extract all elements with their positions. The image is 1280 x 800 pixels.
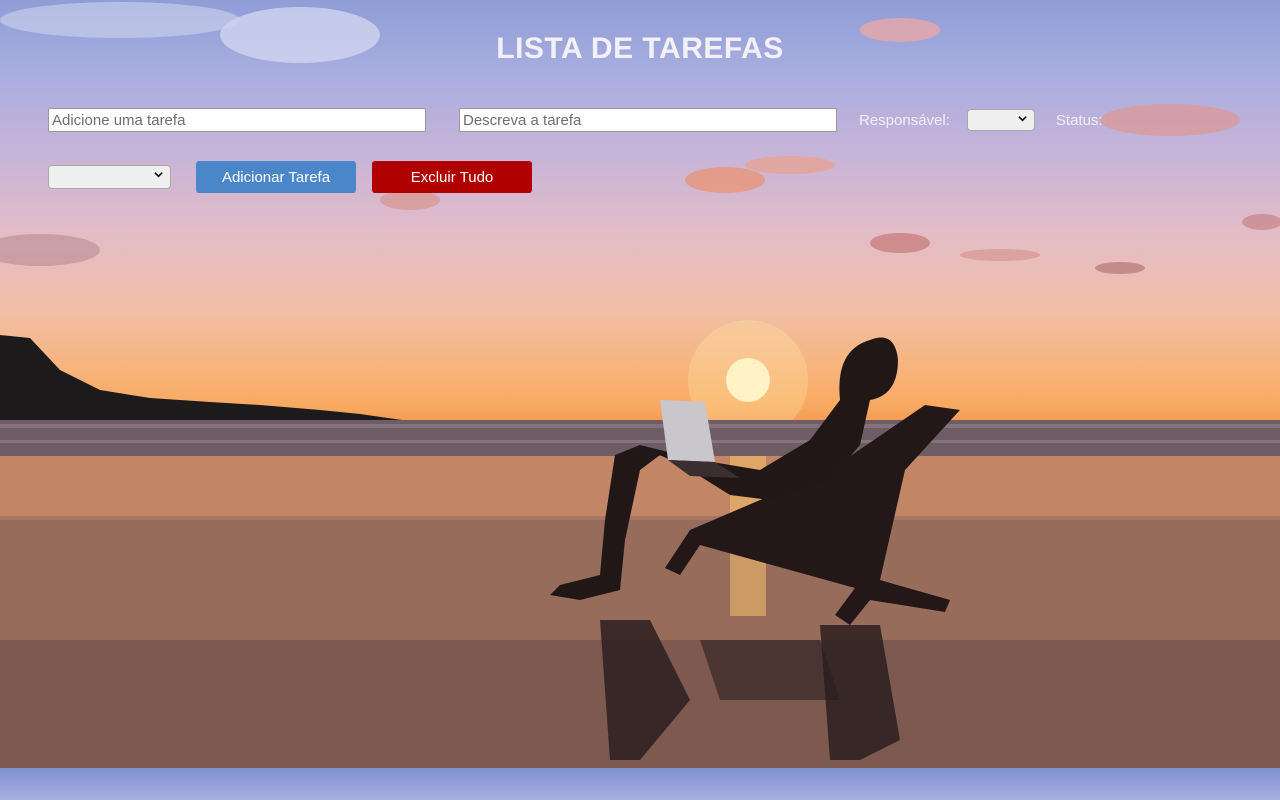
chevron-down-icon [1018,116,1027,122]
background-repeat-strip [0,768,1280,800]
task-name-input[interactable] [48,108,426,132]
responsible-select[interactable] [966,109,1035,131]
chevron-down-icon [154,172,163,178]
delete-all-button[interactable]: Excluir Tudo [372,161,532,193]
task-form-row-2: Adicionar Tarefa Excluir Tudo [48,161,532,193]
status-label: Status: [1055,111,1103,129]
add-task-button[interactable]: Adicionar Tarefa [196,161,356,193]
task-description-input[interactable] [459,108,837,132]
page-title: LISTA DE TAREFAS [496,32,784,65]
task-form-row-1: Responsável: Status: [48,108,1103,132]
status-select[interactable] [48,165,171,189]
responsible-label: Responsável: [859,111,950,129]
